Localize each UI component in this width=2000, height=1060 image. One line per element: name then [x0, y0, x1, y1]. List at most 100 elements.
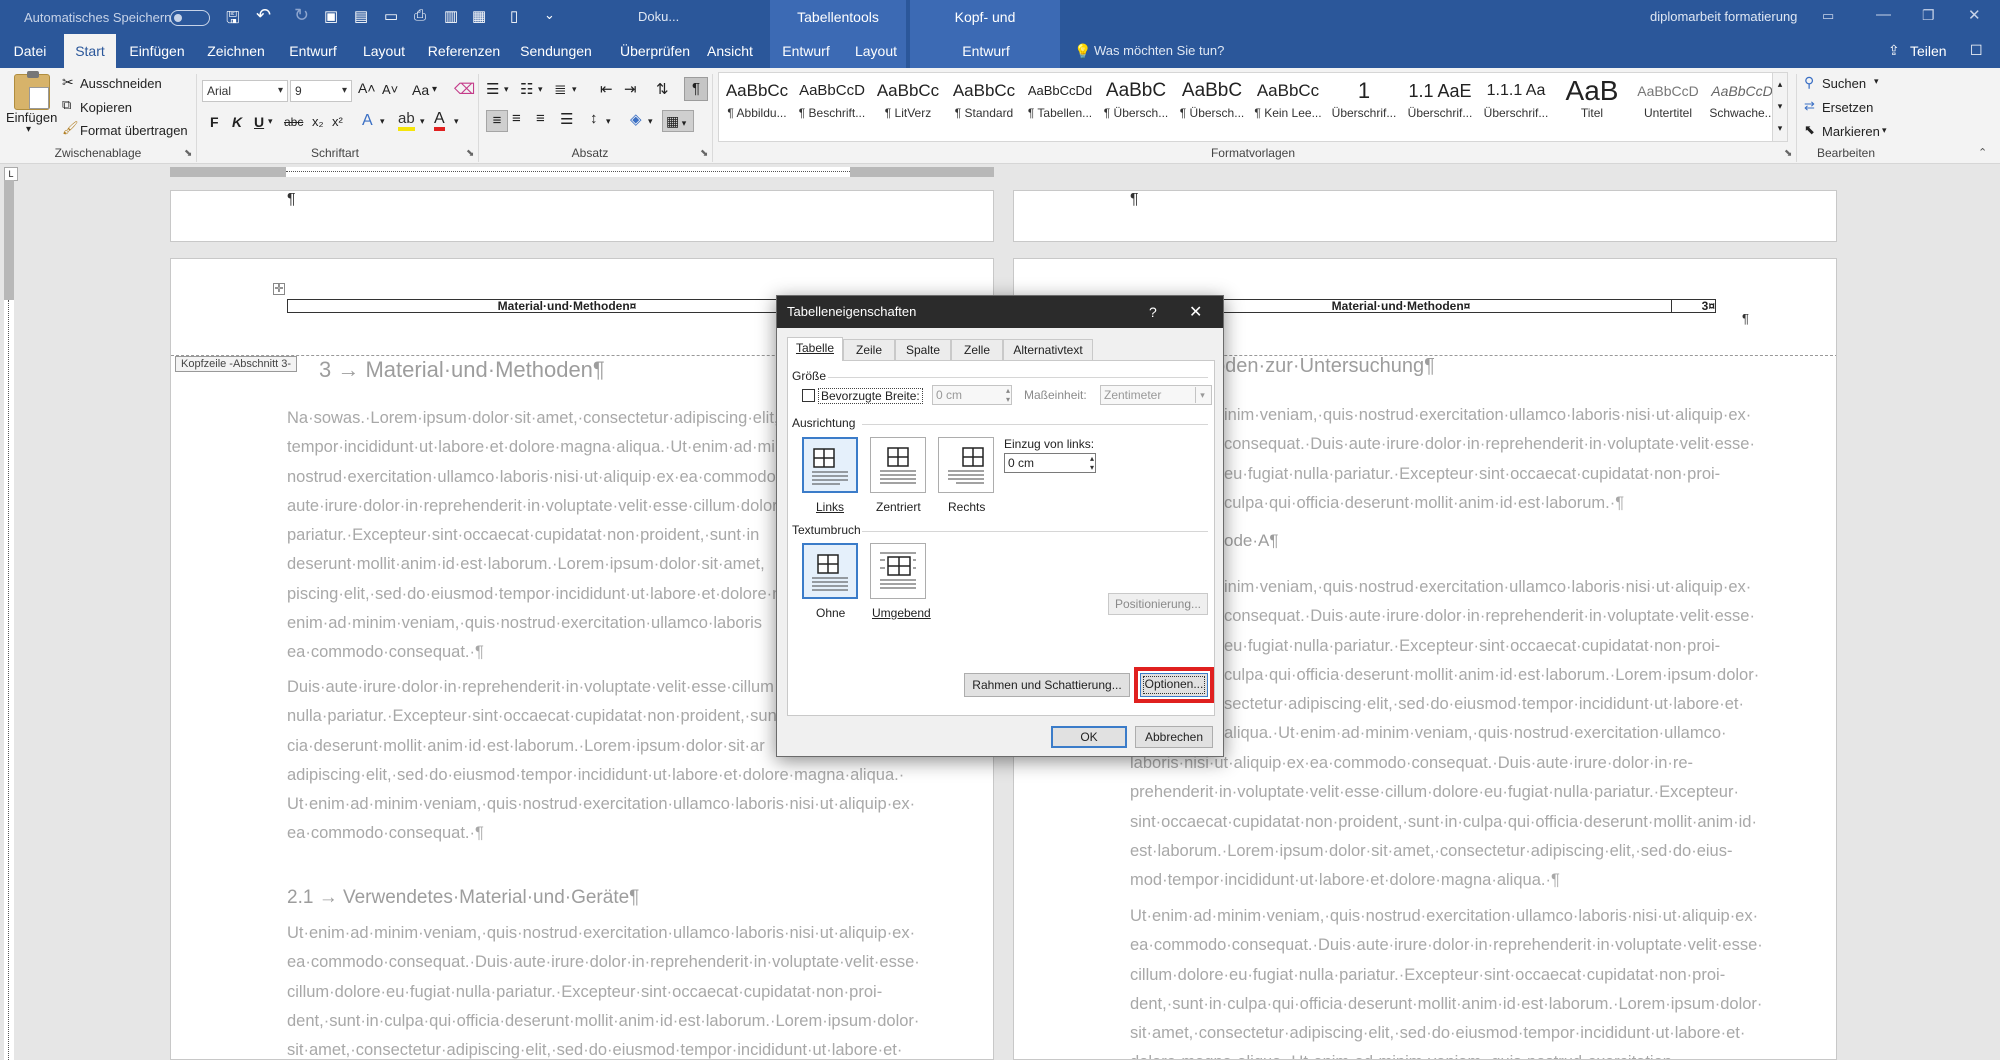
style-item[interactable]: AaBbCcD Untertitel	[1631, 75, 1705, 121]
layout-icon[interactable]: ▥	[444, 7, 458, 25]
superscript-button[interactable]: x²	[332, 114, 343, 129]
underline-dropdown-icon[interactable]: ▾	[268, 116, 273, 127]
bold-button[interactable]: F	[210, 114, 219, 130]
table-move-handle-icon[interactable]: ✛	[273, 283, 285, 295]
shading-icon[interactable]: ◈	[630, 110, 642, 128]
change-case-dropdown-icon[interactable]: ▾	[432, 84, 437, 95]
multilevel-dropdown-icon[interactable]: ▾	[572, 84, 577, 95]
select-dropdown-icon[interactable]: ▾	[1882, 125, 1887, 136]
style-item[interactable]: AaBbCc ¶ LitVerz	[871, 75, 945, 121]
tab-start[interactable]: Start	[64, 34, 116, 68]
comments-icon[interactable]: ☐	[1970, 42, 1983, 59]
shrink-font-icon[interactable]: A˅	[382, 82, 398, 97]
align-right-option[interactable]	[938, 437, 994, 493]
styles-scroll[interactable]: ▴ ▾ ▾	[1772, 72, 1788, 142]
select-button[interactable]: Markieren	[1822, 124, 1880, 139]
horizontal-ruler[interactable]	[170, 167, 994, 177]
tab-draw[interactable]: Zeichnen	[200, 34, 272, 68]
style-item[interactable]: 1.1.1 Aa Überschrif...	[1479, 75, 1553, 121]
dialog-tab-column[interactable]: Spalte	[895, 339, 951, 361]
redo-icon[interactable]: ↻	[294, 5, 309, 26]
tab-view[interactable]: Ansicht	[702, 34, 758, 68]
find-dropdown-icon[interactable]: ▾	[1874, 76, 1879, 87]
line-spacing-dropdown-icon[interactable]: ▾	[606, 116, 611, 127]
dialog-tab-cell[interactable]: Zelle	[951, 339, 1003, 361]
sort-icon[interactable]: ⇅	[656, 80, 669, 98]
unit-select[interactable]: Zentimeter ▾	[1100, 385, 1212, 405]
justify-icon[interactable]: ☰	[560, 110, 573, 128]
customize-qat-icon[interactable]: ⌄	[544, 7, 555, 23]
tab-selector-icon[interactable]: L	[4, 167, 18, 181]
style-item[interactable]: AaBbCcD ¶ Beschrift...	[795, 75, 869, 121]
wrap-none-option[interactable]	[802, 543, 858, 599]
share-button[interactable]: Teilen	[1910, 43, 1947, 59]
share-icon[interactable]: ⇪	[1888, 42, 1900, 59]
width-value-input[interactable]: 0 cm ▴ ▾	[932, 385, 1012, 405]
style-item[interactable]: AaBbC ¶ Übersch...	[1175, 75, 1249, 121]
strikethrough-button[interactable]: abc	[284, 115, 303, 129]
dialog-tab-table[interactable]: Tabelle	[787, 337, 843, 361]
help-icon[interactable]: ?	[1149, 304, 1157, 320]
copy-icon[interactable]: ⧉	[62, 97, 71, 113]
change-case-icon[interactable]: Aa	[412, 82, 429, 98]
numbering-icon[interactable]: ☷	[520, 80, 533, 98]
tab-review[interactable]: Überprüfen	[610, 34, 700, 68]
restore-icon[interactable]: ❐	[1922, 7, 1935, 24]
show-formatting-icon[interactable]: ¶	[684, 77, 708, 101]
align-center-option[interactable]	[870, 437, 926, 493]
multilevel-icon[interactable]: ≣	[554, 80, 567, 98]
underline-button[interactable]: U	[254, 114, 264, 130]
paragraph-launcher-icon[interactable]: ⬊	[700, 148, 708, 159]
grow-font-icon[interactable]: A˄	[358, 80, 376, 96]
paste-button[interactable]: Einfügen	[6, 110, 57, 125]
line-spacing-icon[interactable]: ↕	[590, 110, 598, 127]
positioning-button[interactable]: Positionierung...	[1108, 593, 1208, 615]
tab-references[interactable]: Referenzen	[424, 34, 504, 68]
bullets-dropdown-icon[interactable]: ▾	[504, 84, 509, 95]
print-preview-icon[interactable]: ▤	[354, 7, 368, 25]
vertical-ruler[interactable]	[4, 180, 14, 1060]
style-item[interactable]: AaBbCcDd ¶ Tabellen...	[1023, 75, 1097, 121]
wrap-around-option[interactable]	[870, 543, 926, 599]
ok-button[interactable]: OK	[1051, 726, 1127, 748]
dialog-tab-row[interactable]: Zeile	[843, 339, 895, 361]
tab-table-design[interactable]: Entwurf	[776, 34, 836, 68]
print-icon[interactable]: ⎙	[414, 7, 426, 24]
table-icon[interactable]: ▦	[472, 7, 486, 25]
dialog-tab-alttext[interactable]: Alternativtext	[1003, 339, 1093, 361]
text-effects-icon[interactable]: A	[362, 112, 373, 130]
align-left-option[interactable]	[802, 437, 858, 493]
numbering-dropdown-icon[interactable]: ▾	[538, 84, 543, 95]
style-item[interactable]: AaB Titel	[1555, 75, 1629, 121]
text-effects-dropdown-icon[interactable]: ▾	[380, 116, 385, 127]
bullets-icon[interactable]: ☰	[486, 80, 499, 98]
style-item[interactable]: 1.1 AaE Überschrif...	[1403, 75, 1477, 121]
increase-indent-icon[interactable]: ⇥	[624, 80, 637, 98]
new-doc-icon[interactable]: ▯	[510, 7, 518, 25]
font-size-combo[interactable]: 9 ▾	[290, 80, 352, 102]
quick-save-as-icon[interactable]: ▣	[324, 7, 338, 25]
style-item[interactable]: AaBbCc ¶ Abbildu...	[721, 75, 793, 121]
undo-icon[interactable]: ↶	[256, 5, 271, 26]
select-icon[interactable]: ⬉	[1804, 122, 1815, 138]
style-item[interactable]: 1 Überschrif...	[1327, 75, 1401, 121]
highlight-icon[interactable]: ab	[398, 111, 415, 131]
italic-button[interactable]: K	[232, 114, 242, 130]
font-name-combo[interactable]: Arial ▾	[202, 80, 288, 102]
tab-table-layout[interactable]: Layout	[846, 34, 906, 68]
minimize-icon[interactable]: —	[1876, 6, 1891, 23]
styles-launcher-icon[interactable]: ⬊	[1784, 148, 1792, 159]
indent-input[interactable]: 0 cm ▴ ▾	[1004, 453, 1096, 473]
borders-shading-button[interactable]: Rahmen und Schattierung...	[964, 673, 1130, 697]
cancel-button[interactable]: Abbrechen	[1135, 726, 1213, 748]
clear-format-icon[interactable]: ⌫	[454, 80, 475, 98]
collapse-ribbon-icon[interactable]: ⌃	[1978, 146, 1987, 159]
search-icon[interactable]: ⚲	[1804, 74, 1814, 91]
autosave-toggle[interactable]	[170, 10, 210, 26]
tab-file[interactable]: Datei	[6, 34, 54, 68]
format-painter-button[interactable]: Format übertragen	[80, 123, 188, 138]
cut-icon[interactable]: ✂	[62, 74, 74, 91]
close-window-icon[interactable]: ✕	[1968, 6, 1981, 24]
align-center-icon[interactable]: ≡	[512, 110, 521, 127]
close-icon[interactable]: ✕	[1189, 302, 1202, 322]
